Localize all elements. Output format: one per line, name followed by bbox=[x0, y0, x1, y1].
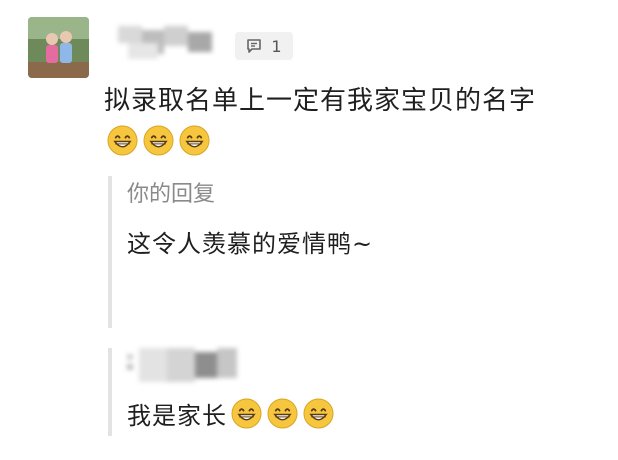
comment-text-block: 拟录取名单上一定有我家宝贝的名字 bbox=[104, 80, 574, 164]
grinning-face-icon bbox=[231, 398, 262, 429]
comment-icon bbox=[247, 39, 262, 53]
grinning-face-icon bbox=[107, 125, 138, 156]
my-reply-label: 你的回复 bbox=[127, 182, 216, 207]
grinning-face-icon bbox=[179, 125, 210, 156]
avatar-photo bbox=[28, 17, 89, 78]
comment-text: 拟录取名单上一定有我家宝贝的名字 bbox=[104, 86, 537, 116]
my-reply-text: 这令人羡慕的爱情鸭~ bbox=[127, 230, 374, 258]
grinning-face-icon bbox=[143, 125, 174, 156]
quote-bar bbox=[108, 176, 112, 328]
quote-bar bbox=[108, 348, 112, 436]
reply-count-button[interactable]: 1 bbox=[235, 32, 293, 60]
second-reply-emoji-row bbox=[231, 398, 334, 429]
reply-count: 1 bbox=[271, 36, 282, 56]
second-reply-text: 我是家长 bbox=[127, 402, 227, 430]
grinning-face-icon bbox=[267, 398, 298, 429]
grinning-face-icon bbox=[303, 398, 334, 429]
comment-emoji-row bbox=[107, 125, 210, 156]
avatar[interactable] bbox=[28, 17, 89, 78]
second-reply-text-block: 我是家长 bbox=[127, 396, 334, 431]
commenter-name-blurred bbox=[118, 26, 214, 60]
replier-name-blurred bbox=[127, 348, 237, 382]
